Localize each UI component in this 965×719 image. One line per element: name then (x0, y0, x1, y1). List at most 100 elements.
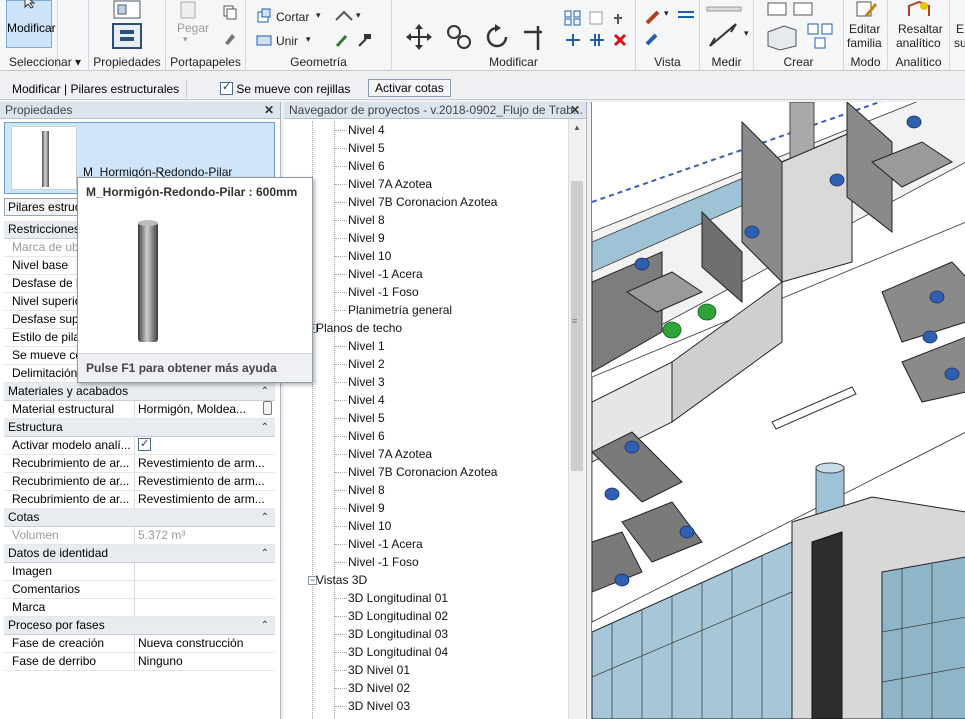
property-value[interactable]: Revestimiento de arm... (138, 456, 264, 470)
tree-view-item[interactable]: Nivel 4 (348, 391, 385, 409)
scrollbar-thumb[interactable] (571, 181, 583, 471)
property-value-cell[interactable] (134, 563, 264, 580)
ribbon-overflow-button[interactable]: E (956, 22, 964, 36)
properties-palette-icon[interactable] (111, 22, 143, 50)
property-row[interactable]: Recubrimiento de ar... Revestimiento de a… (4, 473, 275, 491)
property-checkbox[interactable] (138, 437, 151, 453)
split-icon[interactable] (564, 32, 582, 48)
3d-view-canvas[interactable] (591, 102, 965, 719)
delete-icon[interactable] (612, 32, 628, 48)
property-value-cell[interactable]: 5.372 m³ (134, 527, 264, 544)
paste-dropdown-icon[interactable]: ▾ (183, 34, 188, 45)
cut-button[interactable]: Cortar (276, 10, 309, 24)
cut-dropdown-icon[interactable]: ▾ (316, 10, 321, 21)
edit-family-button-line2[interactable]: familia (847, 36, 882, 50)
tree-view-item[interactable]: Nivel 5 (348, 409, 385, 427)
paint-icon[interactable] (334, 32, 354, 48)
edit-family-icon[interactable] (854, 0, 880, 18)
instance-filter-dropdown[interactable]: Pilares estructurales (4, 198, 84, 216)
join-dropdown-icon[interactable]: ▾ (306, 34, 311, 45)
tree-view-item[interactable]: Nivel 6 (348, 427, 385, 445)
tree-category[interactable]: Vistas 3D (316, 571, 367, 589)
property-value-cell[interactable]: Hormigón, Moldea... (134, 401, 264, 418)
tree-view-item[interactable]: Nivel 10 (348, 517, 391, 535)
property-category[interactable]: Proceso por fases ⌃ (4, 617, 275, 635)
create-parts-icon[interactable] (764, 20, 800, 52)
tree-view-item[interactable]: Nivel 6 (348, 157, 385, 175)
moves-with-grids-checkbox[interactable] (220, 80, 233, 95)
hide-element-icon[interactable] (644, 32, 662, 48)
copy-element-icon[interactable] (444, 22, 474, 52)
tree-view-item[interactable]: 3D Longitudinal 01 (348, 589, 448, 607)
pin-icon[interactable] (610, 10, 626, 26)
tree-view-item[interactable]: Nivel -1 Acera (348, 265, 423, 283)
tree-view-item[interactable]: Nivel 3 (348, 373, 385, 391)
array-icon[interactable] (564, 10, 582, 26)
demolish-hammer-icon[interactable] (356, 32, 372, 48)
paste-icon[interactable] (178, 0, 200, 20)
split-gap-icon[interactable] (588, 32, 606, 48)
tree-view-item[interactable]: Nivel 7B Coronacion Azotea (348, 463, 497, 481)
property-category[interactable]: Datos de identidad ⌃ (4, 545, 275, 563)
tree-view-item[interactable]: Nivel 9 (348, 499, 385, 517)
join-button[interactable]: Unir (276, 34, 298, 48)
tree-view-item[interactable]: Planimetría general (348, 301, 452, 319)
property-value-cell[interactable]: Nueva construcción (134, 635, 264, 652)
override-graphics-icon[interactable] (644, 6, 664, 26)
property-category[interactable]: Estructura ⌃ (4, 419, 275, 437)
collapse-icon[interactable]: ⌃ (261, 383, 269, 400)
collapse-icon[interactable]: ⌃ (261, 419, 269, 436)
browser-scrollbar[interactable]: ▲ ≡ (568, 119, 585, 719)
property-value[interactable]: Revestimiento de arm... (138, 492, 264, 506)
highlight-analytical-button-line2[interactable]: analítico (896, 36, 941, 50)
collapse-icon[interactable]: ⌃ (261, 509, 269, 526)
tree-view-item[interactable]: Nivel 10 (348, 247, 391, 265)
property-row[interactable]: Comentarios (4, 581, 275, 599)
property-value-cell[interactable] (134, 437, 264, 454)
copy-icon[interactable] (222, 4, 238, 20)
property-value[interactable]: 5.372 m³ (138, 528, 185, 542)
property-value-cell[interactable] (134, 599, 264, 616)
property-value-cell[interactable]: Revestimiento de arm... (134, 491, 264, 508)
highlight-analytical-button[interactable]: Resaltar (898, 22, 943, 36)
dimension-icon[interactable] (706, 20, 742, 50)
trim-extend-icon[interactable] (520, 22, 550, 52)
dimension-dropdown-icon[interactable]: ▾ (744, 28, 749, 39)
tree-view-item[interactable]: Nivel 4 (348, 121, 385, 139)
close-icon[interactable]: ✕ (264, 102, 274, 118)
material-browse-button[interactable] (263, 401, 272, 415)
tree-view-item[interactable]: 3D Nivel 03 (348, 697, 410, 715)
tree-view-item[interactable]: 3D Nivel 02 (348, 679, 410, 697)
measure-icon[interactable] (706, 4, 742, 14)
tree-view-item[interactable]: Nivel 1 (348, 337, 385, 355)
tree-view-item[interactable]: 3D Nivel 01 (348, 661, 410, 679)
property-value-cell[interactable]: Revestimiento de arm... (134, 455, 264, 472)
property-value-cell[interactable] (134, 581, 264, 598)
collapse-icon[interactable]: ⌃ (261, 617, 269, 634)
tree-view-item[interactable]: Nivel -1 Foso (348, 283, 419, 301)
collapse-icon[interactable]: ⌃ (261, 545, 269, 562)
tree-view-item[interactable]: Nivel 9 (348, 229, 385, 247)
moves-with-grids-option[interactable]: Se mueve con rejillas (220, 80, 350, 96)
create-assembly-icon[interactable] (764, 2, 820, 18)
property-row[interactable]: Imagen (4, 563, 275, 581)
wall-joins-icon[interactable] (334, 8, 354, 24)
modify-button[interactable]: Modificar (6, 0, 56, 48)
tree-view-item[interactable]: Nivel 7B Coronacion Azotea (348, 193, 497, 211)
rotate-icon[interactable] (482, 22, 512, 52)
activate-dimensions-button[interactable]: Activar cotas (368, 79, 451, 97)
property-row[interactable]: Volumen 5.372 m³ (4, 527, 275, 545)
property-value-cell[interactable]: Revestimiento de arm... (134, 473, 264, 490)
tree-view-item[interactable]: Nivel -1 Foso (348, 553, 419, 571)
type-properties-icon[interactable] (111, 0, 143, 22)
highlight-analytical-icon[interactable] (906, 0, 932, 18)
move-icon[interactable] (404, 22, 434, 52)
property-row[interactable]: Fase de creación Nueva construcción (4, 635, 275, 653)
tree-view-item[interactable]: Nivel 7A Azotea (348, 445, 432, 463)
property-row[interactable]: Recubrimiento de ar... Revestimiento de a… (4, 491, 275, 509)
ribbon-overflow-button-line2[interactable]: su (954, 36, 965, 50)
property-value[interactable]: Ninguno (138, 654, 183, 668)
tree-category[interactable]: Planos de techo (316, 319, 402, 337)
property-value-cell[interactable]: Ninguno (134, 653, 264, 670)
property-row[interactable]: Fase de derribo Ninguno (4, 653, 275, 671)
